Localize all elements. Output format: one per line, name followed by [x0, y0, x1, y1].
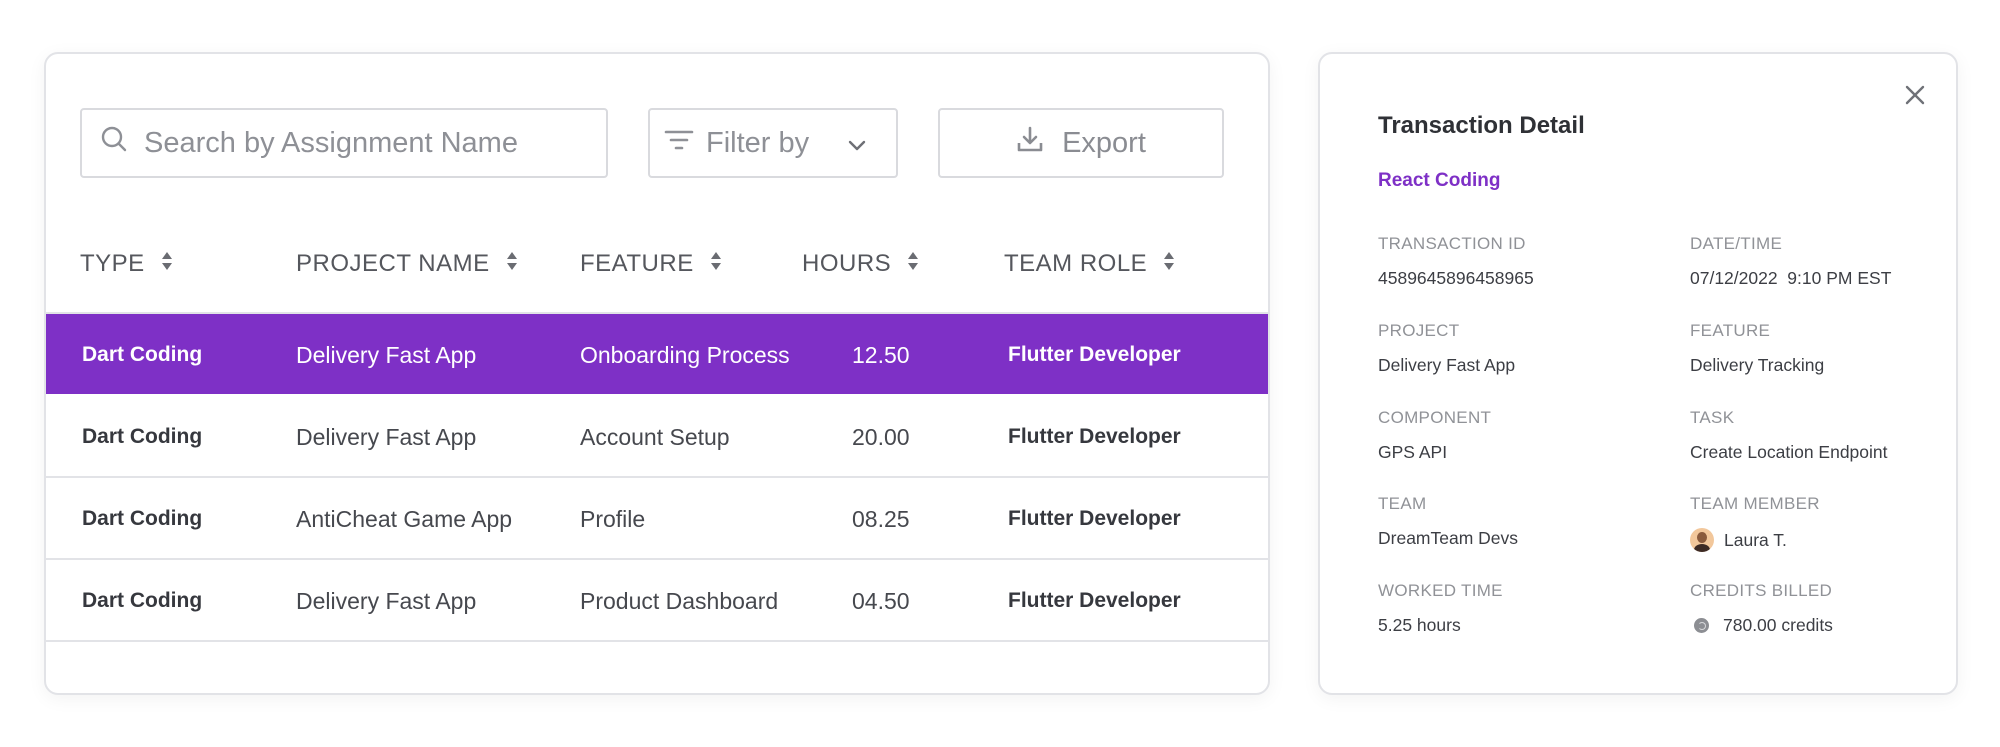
cell-type: Dart Coding — [82, 343, 203, 366]
column-header-label: TEAM ROLE — [1004, 250, 1148, 277]
transaction-detail-panel: Transaction Detail React Coding TRANSACT… — [1318, 52, 1958, 695]
column-header-hours[interactable]: HOURS — [802, 244, 919, 284]
column-header-label: PROJECT NAME — [296, 250, 490, 277]
filter-dropdown[interactable]: Filter by — [648, 108, 898, 178]
cell-hours: 08.25 — [852, 505, 910, 532]
field-label: TEAM MEMBER — [1690, 494, 1820, 513]
search-icon — [100, 125, 144, 161]
field-team: TEAM DreamTeam Devs — [1378, 494, 1658, 549]
column-header-label: HOURS — [802, 250, 892, 277]
table-row[interactable]: Dart Coding Delivery Fast App Onboarding… — [46, 312, 1268, 394]
assignments-table-panel: Search by Assignment Name Filter by Expo… — [44, 52, 1270, 695]
cell-type: Dart Coding — [82, 425, 203, 448]
cell-type: Dart Coding — [82, 507, 203, 530]
detail-title: Transaction Detail — [1378, 112, 1585, 139]
cell-project: AntiCheat Game App — [296, 505, 513, 532]
column-header-feature[interactable]: FEATURE — [580, 244, 722, 284]
field-label: COMPONENT — [1378, 408, 1492, 427]
field-team-member: TEAM MEMBER Laura T. — [1690, 494, 1956, 552]
cell-feature: Product Dashboard — [580, 587, 779, 614]
field-value: DreamTeam Devs — [1378, 528, 1519, 548]
field-label: WORKED TIME — [1378, 581, 1503, 600]
cell-role: Flutter Developer — [1008, 589, 1181, 612]
field-label: TEAM — [1378, 494, 1427, 513]
table-row[interactable]: Dart Coding AntiCheat Game App Profile 0… — [46, 478, 1268, 560]
close-icon[interactable] — [1904, 84, 1926, 111]
field-credits-billed: CREDITS BILLED 780.00 credits — [1690, 581, 1956, 636]
field-label: CREDITS BILLED — [1690, 581, 1833, 600]
field-value: Delivery Fast App — [1378, 355, 1516, 375]
field-label: DATE/TIME — [1690, 234, 1783, 253]
download-icon — [1016, 125, 1044, 161]
column-header-label: TYPE — [80, 250, 145, 277]
cell-feature: Profile — [580, 505, 646, 532]
cell-role: Flutter Developer — [1008, 425, 1181, 448]
table-row[interactable]: Dart Coding Delivery Fast App Product Da… — [46, 560, 1268, 642]
avatar — [1690, 528, 1714, 552]
field-label: TASK — [1690, 408, 1735, 427]
column-header-team-role[interactable]: TEAM ROLE — [1004, 244, 1175, 284]
field-project: PROJECT Delivery Fast App — [1378, 321, 1658, 376]
filter-label: Filter by — [706, 126, 810, 159]
sort-icon[interactable] — [161, 250, 173, 278]
field-value: 5.25 hours — [1378, 615, 1461, 635]
field-datetime: DATE/TIME 07/12/2022 9:10 PM EST — [1690, 234, 1956, 289]
coin-icon — [1694, 618, 1709, 633]
detail-subtitle[interactable]: React Coding — [1378, 170, 1500, 192]
field-value: 07/12/2022 9:10 PM EST — [1690, 268, 1892, 288]
field-worked-time: WORKED TIME 5.25 hours — [1378, 581, 1658, 636]
cell-project: Delivery Fast App — [296, 423, 477, 450]
field-value: Delivery Tracking — [1690, 355, 1825, 375]
cell-hours: 04.50 — [852, 587, 910, 614]
field-feature: FEATURE Delivery Tracking — [1690, 321, 1956, 376]
cell-feature: Account Setup — [580, 423, 730, 450]
cell-role: Flutter Developer — [1008, 507, 1181, 530]
credits-value: 780.00 credits — [1723, 615, 1833, 635]
field-label: TRANSACTION ID — [1378, 234, 1526, 253]
cell-role: Flutter Developer — [1008, 343, 1181, 366]
field-value: GPS API — [1378, 442, 1448, 462]
sort-icon[interactable] — [506, 250, 518, 278]
filter-icon — [664, 127, 694, 160]
sort-icon[interactable] — [710, 250, 722, 278]
export-label: Export — [1062, 126, 1146, 159]
cell-hours: 20.00 — [852, 423, 910, 450]
sort-icon[interactable] — [1163, 250, 1175, 278]
chevron-down-icon — [848, 127, 866, 160]
cell-project: Delivery Fast App — [296, 587, 477, 614]
column-header-project-name[interactable]: PROJECT NAME — [296, 244, 518, 284]
column-header-type[interactable]: TYPE — [80, 244, 173, 284]
cell-hours: 12.50 — [852, 341, 910, 368]
search-placeholder: Search by Assignment Name — [144, 126, 518, 159]
field-label: FEATURE — [1690, 321, 1771, 340]
field-value: 4589645896458965 — [1378, 268, 1534, 288]
export-button[interactable]: Export — [938, 108, 1224, 178]
sort-icon[interactable] — [907, 250, 919, 278]
field-value-row: Laura T. — [1690, 528, 1956, 552]
field-value-row: 780.00 credits — [1690, 615, 1956, 636]
cell-project: Delivery Fast App — [296, 341, 477, 368]
field-task: TASK Create Location Endpoint — [1690, 408, 1956, 463]
field-transaction-id: TRANSACTION ID 4589645896458965 — [1378, 234, 1658, 289]
field-label: PROJECT — [1378, 321, 1460, 340]
field-component: COMPONENT GPS API — [1378, 408, 1658, 463]
team-member-name: Laura T. — [1724, 529, 1787, 550]
column-header-label: FEATURE — [580, 250, 694, 277]
cell-feature: Onboarding Process — [580, 341, 790, 368]
field-value: Create Location Endpoint — [1690, 442, 1888, 462]
search-input[interactable]: Search by Assignment Name — [80, 108, 608, 178]
cell-type: Dart Coding — [82, 589, 203, 612]
table-row[interactable]: Dart Coding Delivery Fast App Account Se… — [46, 396, 1268, 478]
